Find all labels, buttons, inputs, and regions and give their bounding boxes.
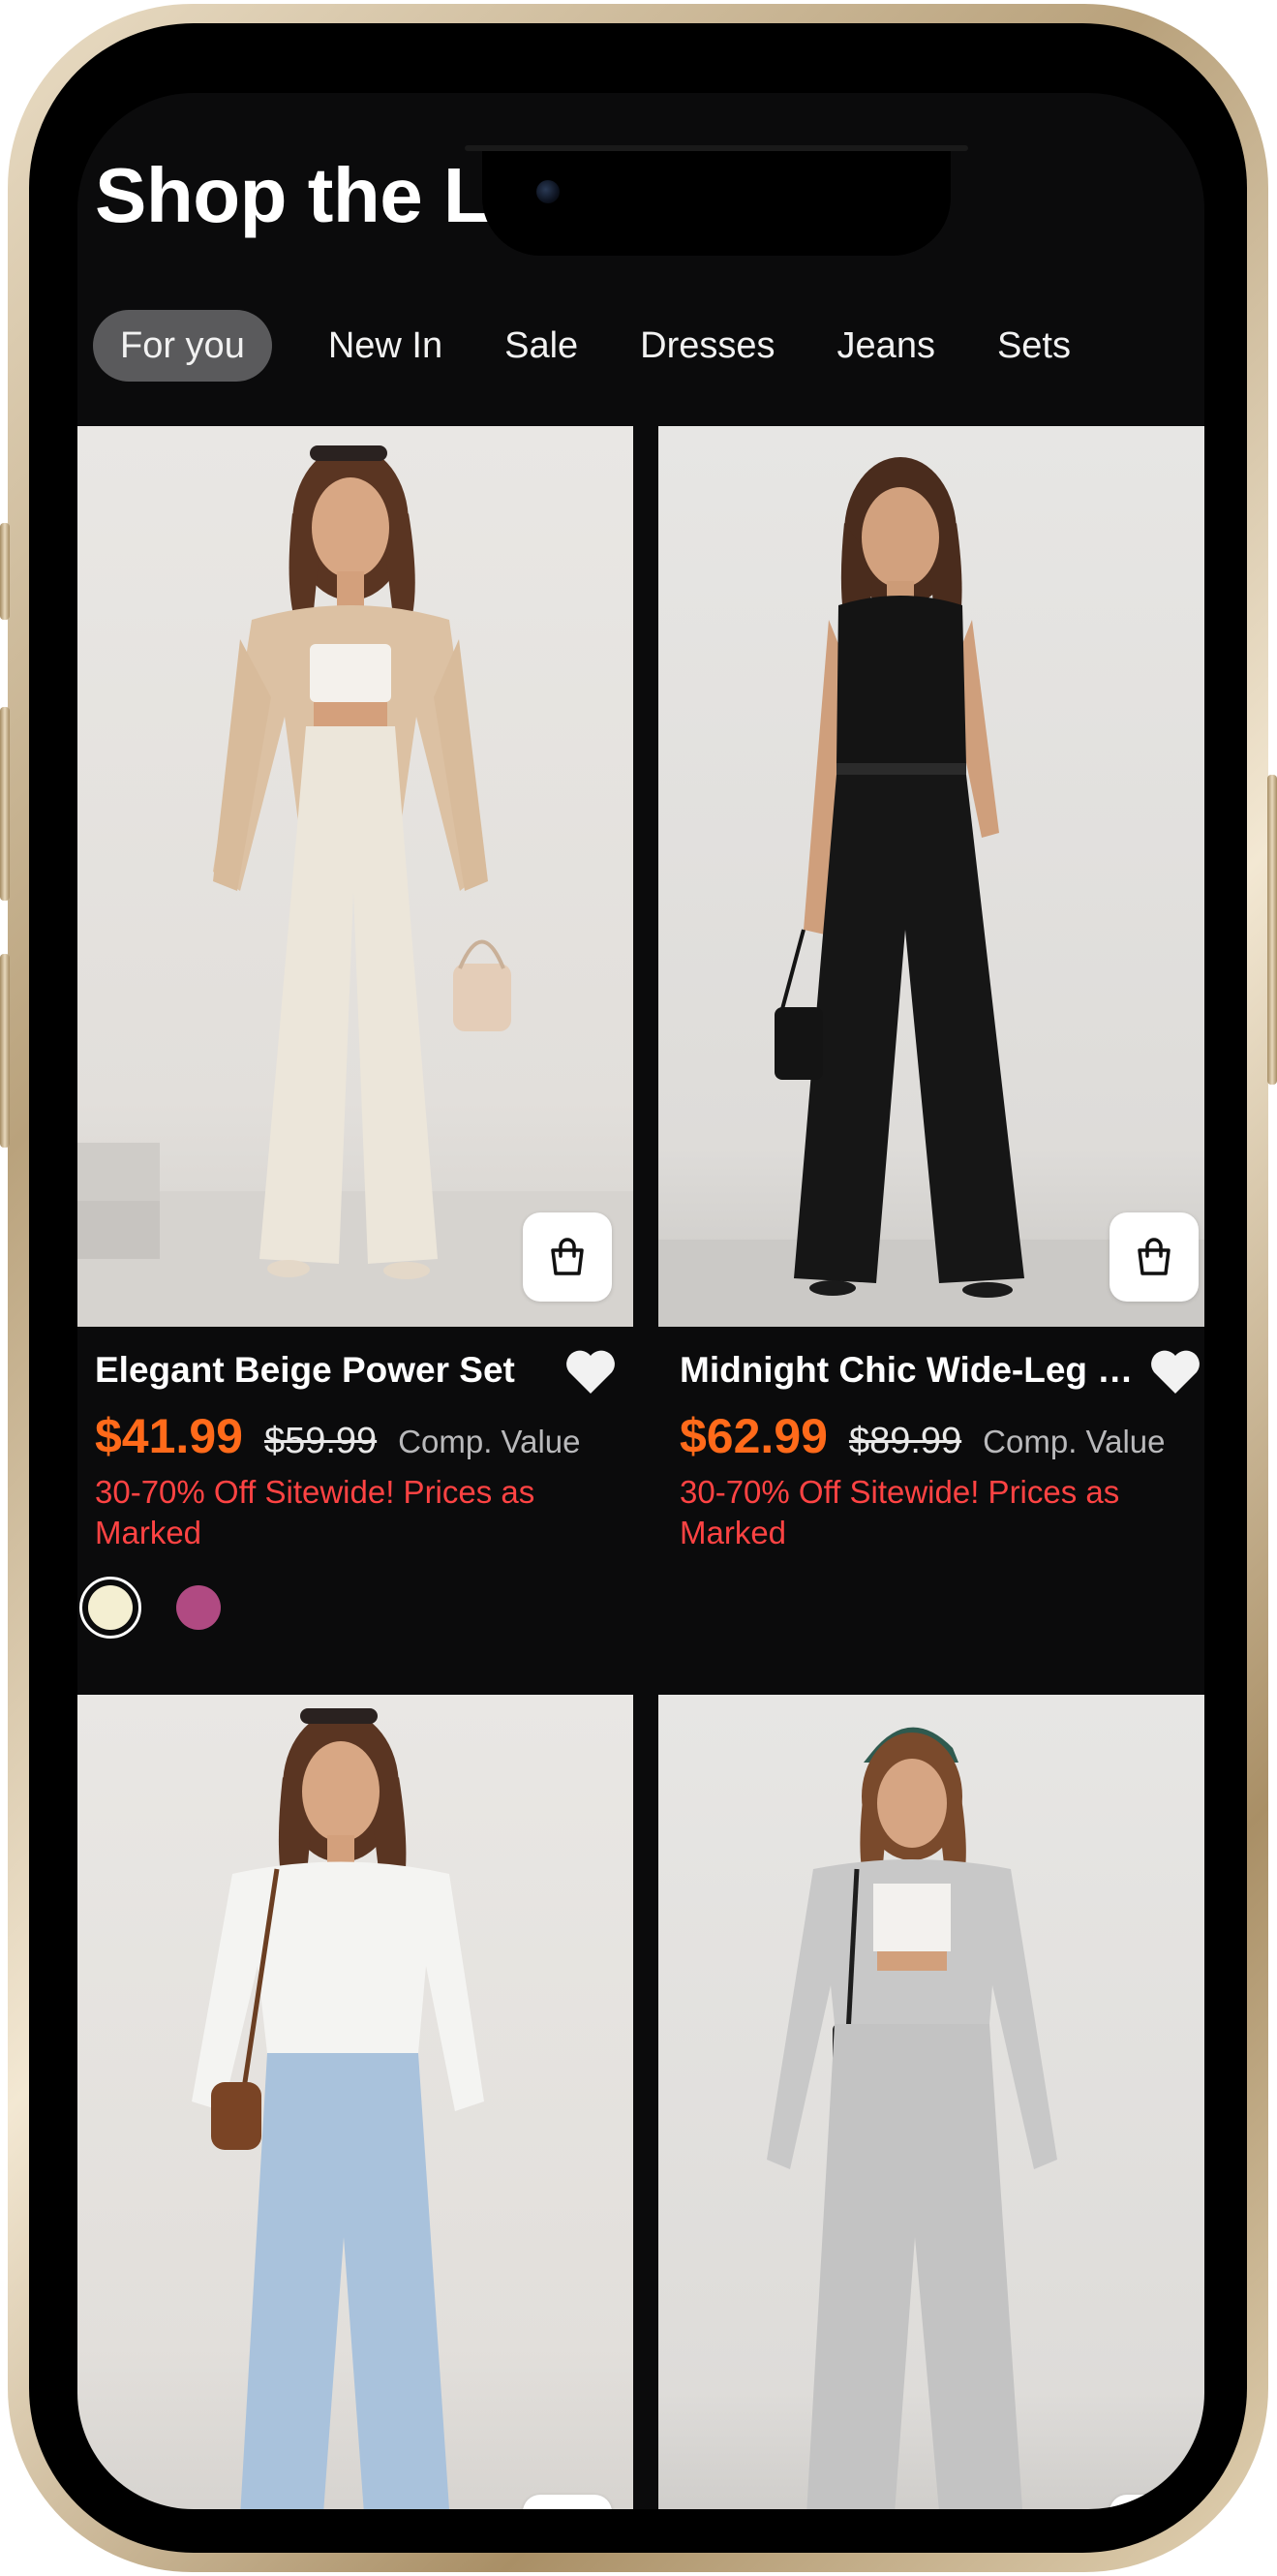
sale-price: $62.99 [680,1409,828,1463]
tab-new-in[interactable]: New In [301,310,470,382]
app-screen: Shop the Latest For you New In Sale Dres… [77,93,1204,2509]
heart-icon[interactable] [563,1348,618,1396]
original-price: $89.99 [848,1421,962,1461]
add-to-bag-button[interactable] [523,2495,612,2509]
side-button-volume-down [0,954,10,1148]
model-photo-grey [767,1727,1057,2509]
shopping-bag-icon [551,1238,584,1275]
side-button-power [1267,775,1277,1085]
product-name[interactable]: Midnight Chic Wide-Leg J... [680,1350,1144,1391]
comp-value-label: Comp. Value [398,1424,581,1459]
price-row: $62.99 $89.99 Comp. Value [680,1408,1166,1464]
original-price: $59.99 [263,1421,378,1461]
color-swatch[interactable] [176,1585,221,1630]
add-to-bag-button[interactable] [1110,2495,1199,2509]
add-to-bag-button[interactable] [1110,1212,1199,1302]
product-image-beige-set[interactable] [77,426,633,1327]
promo-text: 30-70% Off Sitewide! Prices as Marked [95,1474,535,1550]
tab-jeans[interactable]: Jeans [810,310,962,382]
model-photo-jeans [192,1708,484,2509]
tab-for-you[interactable]: For you [93,310,272,382]
product-name[interactable]: Elegant Beige Power Set [95,1350,550,1391]
product-image-grey-set[interactable] [658,1695,1204,2509]
product-image-black-set[interactable] [658,426,1204,1327]
swatch-fill [88,1585,133,1630]
price-row: $41.99 $59.99 Comp. Value [95,1408,581,1464]
heart-icon[interactable] [1148,1348,1202,1396]
side-button-action [0,523,10,620]
tab-sale[interactable]: Sale [477,310,605,382]
speaker-grille [465,145,968,151]
product-image-shirt-jeans[interactable] [77,1695,633,2509]
side-button-volume-up [0,707,10,901]
model-photo-beige [77,445,633,1327]
front-camera [536,180,560,203]
tab-sets[interactable]: Sets [970,310,1098,382]
add-to-bag-button[interactable] [523,1212,612,1302]
color-swatch-selected[interactable] [79,1577,141,1639]
comp-value-label: Comp. Value [983,1424,1166,1459]
model-photo-black [658,457,1204,1327]
sale-price: $41.99 [95,1409,243,1463]
tab-dresses[interactable]: Dresses [613,310,802,382]
category-tabs: For you New In Sale Dresses Jeans Sets [93,310,1106,382]
promo-text: 30-70% Off Sitewide! Prices as Marked [680,1474,1120,1550]
shopping-bag-icon [1138,1238,1171,1275]
